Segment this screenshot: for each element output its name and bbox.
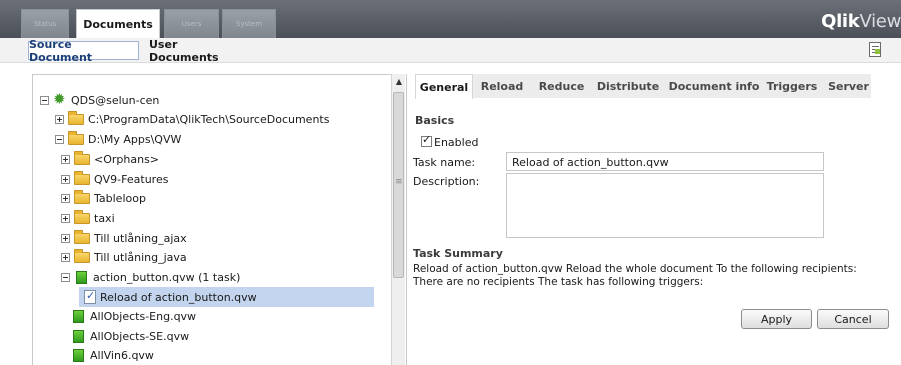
tree-item-label: C:\ProgramData\QlikTech\SourceDocuments xyxy=(88,112,330,126)
tree-item-folder[interactable]: Tableloop xyxy=(61,189,146,207)
details-tab-strip: General Reload Reduce Distribute Documen… xyxy=(415,74,871,99)
tree-item-label: D:\My Apps\QVW xyxy=(88,132,182,146)
expand-icon[interactable] xyxy=(61,193,70,203)
expand-icon[interactable] xyxy=(61,233,70,243)
tab-server[interactable]: Server xyxy=(826,74,871,98)
expand-icon[interactable] xyxy=(61,174,70,184)
tab-documents[interactable]: Documents xyxy=(76,9,160,38)
subtab-source-document[interactable]: Source Document xyxy=(28,38,139,64)
folder-icon xyxy=(74,230,90,244)
task-summary-heading: Task Summary xyxy=(413,247,503,260)
tree-item-label: QV9-Features xyxy=(94,172,169,186)
folder-icon xyxy=(74,151,90,165)
qlikview-document-icon xyxy=(76,270,87,284)
tab-users[interactable]: Users xyxy=(164,9,219,38)
description-textarea[interactable] xyxy=(506,173,824,238)
expand-icon[interactable] xyxy=(61,213,70,223)
tree-scrollbar[interactable]: ▲ xyxy=(391,74,405,365)
tab-distribute[interactable]: Distribute xyxy=(593,74,663,98)
folder-icon xyxy=(74,171,90,185)
tree-item-document[interactable]: action_button.qvw (1 task) xyxy=(61,268,240,286)
task-name-input[interactable]: Reload of action_button.qvw xyxy=(506,152,824,171)
task-details-panel: General Reload Reduce Distribute Documen… xyxy=(406,74,901,365)
qlikview-document-icon xyxy=(73,348,84,362)
tree-item-label: Reload of action_button.qvw xyxy=(100,290,257,304)
qlikview-document-icon xyxy=(73,329,84,343)
server-icon xyxy=(53,90,67,108)
tab-reduce[interactable]: Reduce xyxy=(535,74,588,98)
scroll-thumb[interactable] xyxy=(393,92,404,278)
tree-item-label: QDS@selun-cen xyxy=(71,93,160,107)
tree-item-folder[interactable]: <Orphans> xyxy=(61,150,159,168)
top-bar: Status Documents Users System QlikView xyxy=(0,0,901,38)
qlikview-logo: QlikView xyxy=(821,11,901,32)
task-summary-text: Reload of action_button.qvw Reload the w… xyxy=(413,263,857,288)
description-label: Description: xyxy=(413,175,480,188)
folder-icon xyxy=(74,249,90,263)
tab-status[interactable]: Status xyxy=(21,9,69,38)
tree-item-label: AllObjects-SE.qvw xyxy=(90,329,190,343)
folder-icon xyxy=(74,210,90,224)
expand-icon[interactable] xyxy=(55,114,64,124)
tree-item-server[interactable]: QDS@selun-cen xyxy=(40,90,160,109)
subtab-user-documents[interactable]: User Documents xyxy=(149,38,243,64)
tab-general[interactable]: General xyxy=(415,74,473,99)
apply-button[interactable]: Apply xyxy=(741,309,812,329)
qlikview-document-icon xyxy=(73,309,84,323)
tree-item-folder[interactable]: Till utlåning_java xyxy=(61,248,187,266)
tab-system[interactable]: System xyxy=(222,9,276,38)
tree-item-document[interactable]: AllObjects-SE.qvw xyxy=(71,327,189,345)
collapse-icon[interactable] xyxy=(40,95,49,105)
tree-item-label: taxi xyxy=(94,211,115,225)
tree-item-folder[interactable]: Till utlåning_ajax xyxy=(61,229,187,247)
folder-icon xyxy=(68,131,84,145)
tree-item-folder[interactable]: C:\ProgramData\QlikTech\SourceDocuments xyxy=(55,110,329,128)
tree-item-label: action_button.qvw (1 task) xyxy=(93,270,241,284)
document-icon[interactable] xyxy=(869,42,881,57)
task-name-label: Task name: xyxy=(413,156,476,169)
tree-item-label: AllVin6.qvw xyxy=(90,348,154,362)
tree-item-label: Till utlåning_java xyxy=(94,250,187,264)
tree-item-folder[interactable]: D:\My Apps\QVW xyxy=(55,130,181,148)
tree-item-label: <Orphans> xyxy=(94,152,160,166)
scroll-up-arrow-icon[interactable]: ▲ xyxy=(392,74,406,88)
tree-item-label: AllObjects-Eng.qvw xyxy=(90,309,197,323)
tree-item-label: Tableloop xyxy=(94,191,146,205)
tab-reload[interactable]: Reload xyxy=(478,74,526,98)
collapse-icon[interactable] xyxy=(61,272,70,282)
cancel-button[interactable]: Cancel xyxy=(817,309,889,329)
tree-item-task[interactable]: Reload of action_button.qvw xyxy=(79,287,374,307)
sub-tab-bar: Source Document User Documents xyxy=(0,38,901,64)
enabled-label: Enabled xyxy=(434,136,479,149)
expand-icon[interactable] xyxy=(61,252,70,262)
enabled-checkbox[interactable] xyxy=(421,133,432,147)
tree-item-folder[interactable]: taxi xyxy=(61,209,115,227)
expand-icon[interactable] xyxy=(61,154,70,164)
basics-heading: Basics xyxy=(415,114,455,127)
tree-item-label: Till utlåning_ajax xyxy=(94,231,187,245)
task-icon xyxy=(84,289,96,304)
tab-triggers[interactable]: Triggers xyxy=(764,74,820,98)
document-tree: QDS@selun-cen C:\ProgramData\QlikTech\So… xyxy=(32,74,405,365)
tab-document-info[interactable]: Document info xyxy=(668,74,760,98)
tree-item-document[interactable]: AllVin6.qvw xyxy=(71,346,154,364)
folder-icon xyxy=(68,111,84,125)
collapse-icon[interactable] xyxy=(55,134,64,144)
folder-icon xyxy=(74,190,90,204)
tree-item-document[interactable]: AllObjects-Eng.qvw xyxy=(71,307,196,325)
tree-item-folder[interactable]: QV9-Features xyxy=(61,170,168,188)
